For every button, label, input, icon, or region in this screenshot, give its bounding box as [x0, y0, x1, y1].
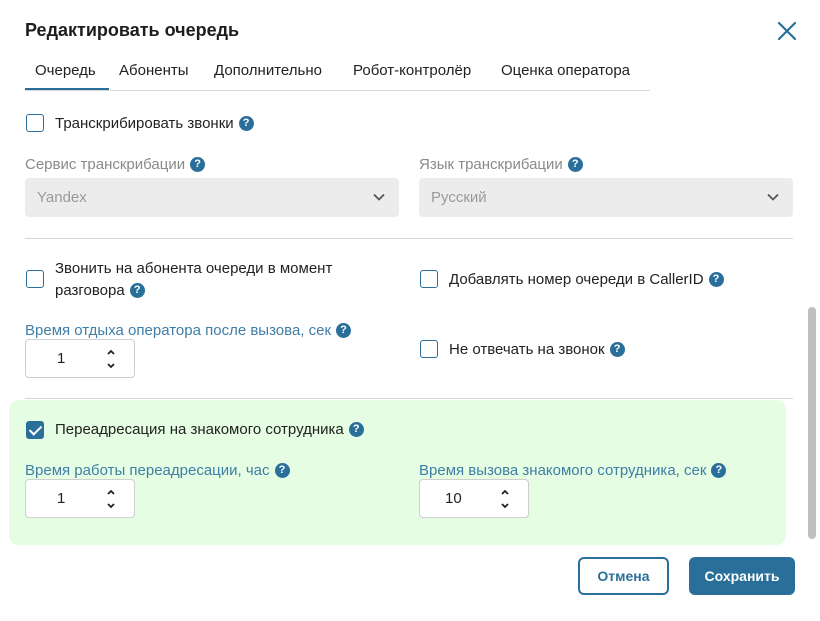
rest-time-value: 1	[57, 350, 66, 367]
work-time-label-row: Время работы переадресации, час?	[25, 462, 290, 479]
no-answer-checkbox[interactable]	[420, 340, 438, 358]
caret-up-icon[interactable]	[500, 488, 510, 496]
redirect-checkbox[interactable]	[26, 421, 44, 439]
call-time-stepper[interactable]: 10	[419, 479, 529, 518]
call-time-label: Время вызова знакомого сотрудника, сек	[419, 462, 707, 479]
tab-subscribers[interactable]: Абоненты	[119, 62, 189, 79]
tab-queue[interactable]: Очередь	[35, 62, 96, 79]
caret-down-icon[interactable]	[500, 502, 510, 510]
language-label: Язык транскрибации	[419, 156, 563, 173]
add-queue-number-checkbox[interactable]	[420, 270, 438, 288]
scrollbar-thumb[interactable]	[808, 307, 816, 539]
save-button[interactable]: Сохранить	[689, 557, 795, 595]
no-answer-label-row: Не отвечать на звонок?	[449, 341, 625, 358]
caret-down-icon[interactable]	[106, 502, 116, 510]
tab-bar: Очередь Абоненты Дополнительно Робот-кон…	[25, 56, 650, 91]
add-queue-number-label: Добавлять номер очереди в CallerID	[449, 271, 704, 288]
help-icon[interactable]: ?	[609, 341, 625, 357]
tab-robot-controller[interactable]: Робот-контролёр	[353, 62, 471, 79]
call-time-value: 10	[445, 490, 462, 507]
work-time-stepper[interactable]: 1	[25, 479, 135, 518]
chevron-down-icon	[767, 193, 779, 201]
close-icon[interactable]	[776, 20, 798, 42]
rest-time-stepper[interactable]: 1	[25, 339, 135, 378]
rest-time-label: Время отдыха оператора после вызова, сек	[25, 322, 332, 339]
cancel-button[interactable]: Отмена	[578, 557, 669, 595]
help-icon[interactable]: ?	[567, 156, 583, 172]
dialog-title: Редактировать очередь	[25, 20, 240, 40]
active-tab-indicator	[25, 88, 109, 90]
service-label-row: Сервис транскрибации?	[25, 156, 206, 173]
work-time-label: Время работы переадресации, час	[25, 462, 270, 479]
edit-queue-dialog: Редактировать очередь Очередь Абоненты Д…	[0, 0, 820, 621]
transcribe-label-row: Транскрибировать звонки?	[55, 115, 254, 132]
language-select-value: Русский	[431, 189, 487, 206]
call-subscriber-label-line-1: Звонить на абонента очереди в момент	[55, 260, 333, 277]
transcribe-checkbox[interactable]	[26, 114, 44, 132]
no-answer-label: Не отвечать на звонок	[449, 341, 605, 358]
call-time-label-row: Время вызова знакомого сотрудника, сек?	[419, 462, 727, 479]
help-icon[interactable]: ?	[190, 156, 206, 172]
help-icon[interactable]: ?	[336, 322, 352, 338]
caret-down-icon[interactable]	[106, 362, 116, 370]
call-subscriber-checkbox[interactable]	[26, 270, 44, 288]
chevron-down-icon	[373, 193, 385, 201]
add-queue-number-label-row: Добавлять номер очереди в CallerID?	[449, 271, 724, 288]
tab-operator-rating[interactable]: Оценка оператора	[501, 62, 630, 79]
rest-time-label-row: Время отдыха оператора после вызова, сек…	[25, 322, 352, 339]
service-label: Сервис транскрибации	[25, 156, 186, 173]
caret-up-icon[interactable]	[106, 488, 116, 496]
help-icon[interactable]: ?	[708, 271, 724, 287]
help-icon[interactable]: ?	[348, 421, 364, 437]
help-icon[interactable]: ?	[274, 462, 290, 478]
help-icon[interactable]: ?	[238, 115, 254, 131]
language-label-row: Язык транскрибации?	[419, 156, 583, 173]
redirect-label: Переадресация на знакомого сотрудника	[55, 421, 344, 438]
section-divider	[25, 398, 793, 399]
language-select[interactable]: Русский	[419, 178, 793, 217]
call-subscriber-label-line-2: разговора	[55, 282, 125, 299]
transcribe-label: Транскрибировать звонки	[55, 115, 234, 132]
service-select-value: Yandex	[37, 189, 87, 206]
help-icon[interactable]: ?	[711, 462, 727, 478]
help-icon[interactable]: ?	[129, 282, 145, 298]
redirect-label-row: Переадресация на знакомого сотрудника?	[55, 421, 364, 438]
tab-additional[interactable]: Дополнительно	[214, 62, 322, 79]
service-select[interactable]: Yandex	[25, 178, 399, 217]
call-subscriber-label-row: разговора?	[55, 282, 145, 299]
section-divider	[25, 238, 793, 239]
caret-up-icon[interactable]	[106, 348, 116, 356]
work-time-value: 1	[57, 490, 66, 507]
